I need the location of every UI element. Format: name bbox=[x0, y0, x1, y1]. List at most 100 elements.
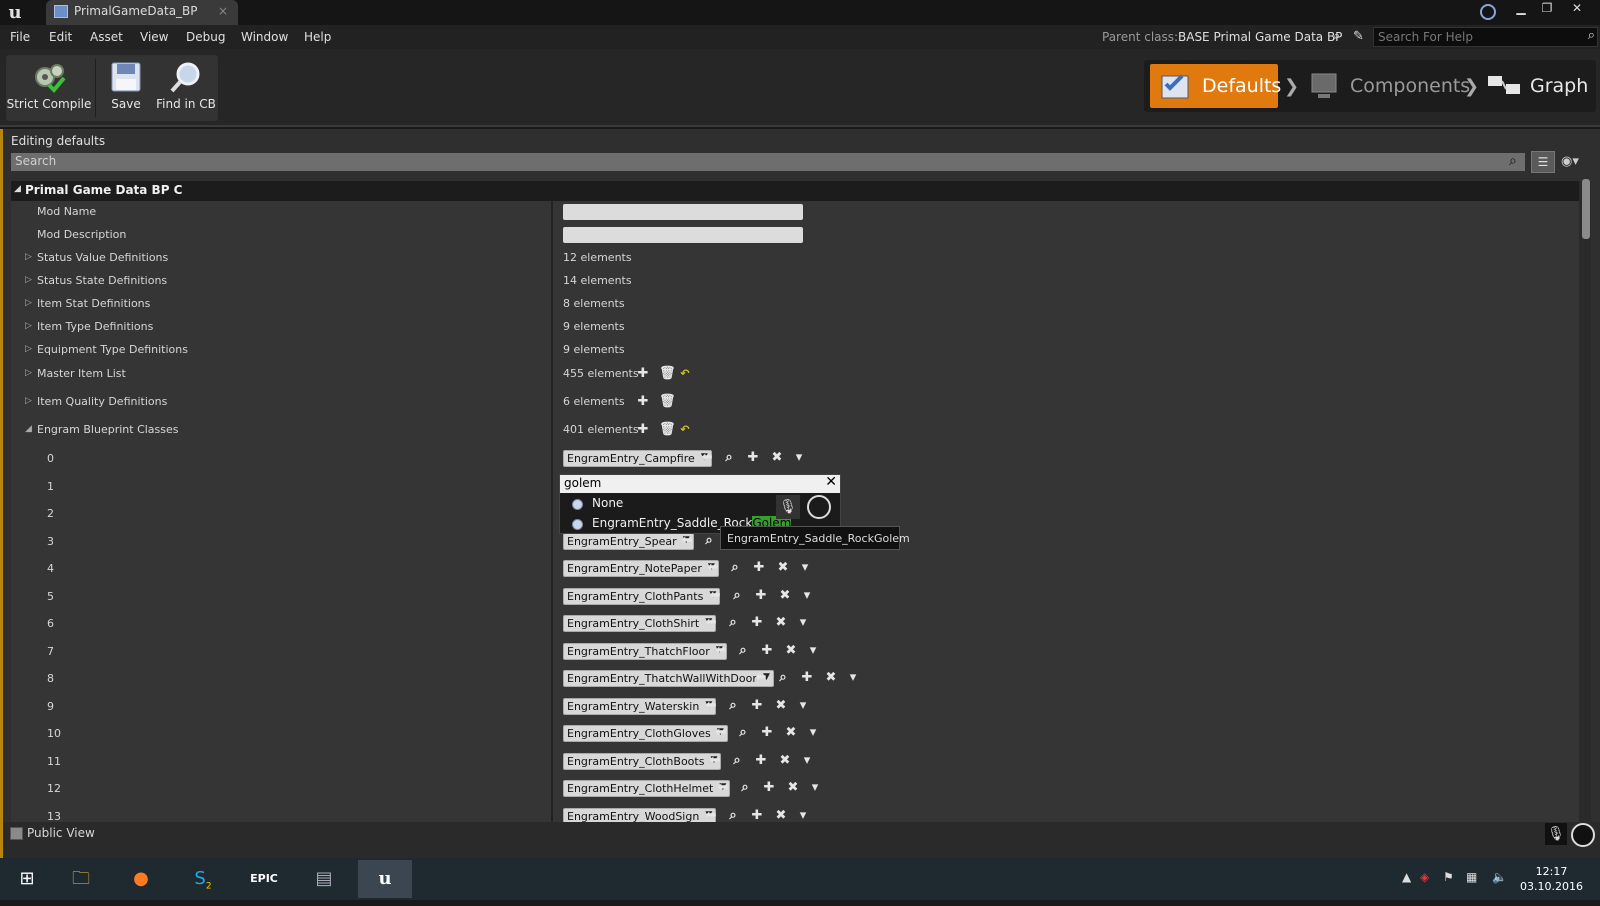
document-tab[interactable]: PrimalGameData_BP × bbox=[46, 0, 238, 25]
asset-combo[interactable]: EngramEntry_ClothHelmet ▼ bbox=[563, 780, 731, 797]
options-chevron-icon[interactable]: ▾ bbox=[805, 643, 821, 659]
options-chevron-icon[interactable]: ▾ bbox=[791, 450, 807, 466]
parent-class-value[interactable]: BASE Primal Game Data BP bbox=[1178, 30, 1342, 44]
add-element-icon[interactable]: ✚ bbox=[635, 422, 651, 438]
menu-edit[interactable]: Edit bbox=[49, 30, 72, 44]
insert-icon[interactable]: ✚ bbox=[745, 450, 761, 466]
tab-close-icon[interactable]: × bbox=[218, 4, 228, 18]
asset-combo[interactable]: EngramEntry_ThatchFloor ▼ bbox=[563, 643, 727, 660]
trash-icon[interactable]: 🗑 bbox=[659, 366, 676, 382]
options-chevron-icon[interactable]: ▾ bbox=[795, 615, 811, 631]
expand-arrow-icon[interactable]: ▷ bbox=[25, 321, 32, 331]
insert-icon[interactable]: ✚ bbox=[749, 698, 765, 714]
options-chevron-icon[interactable]: ▾ bbox=[799, 588, 815, 604]
flag-icon[interactable]: ⚑ bbox=[1443, 870, 1454, 884]
insert-icon[interactable]: ✚ bbox=[749, 615, 765, 631]
use-selected-arrow-icon[interactable]: ⬅ bbox=[713, 643, 729, 659]
resource-monitor-icon[interactable]: ▤ bbox=[297, 860, 351, 898]
property-row-equipment-type[interactable]: ▷ Equipment Type Definitions 9 elements bbox=[11, 339, 1579, 361]
browse-icon[interactable]: ⌕ bbox=[701, 533, 717, 549]
asset-combo[interactable]: EngramEntry_ClothGloves ▼ bbox=[563, 725, 728, 742]
search-icon[interactable]: ⌕ bbox=[1588, 28, 1595, 43]
menu-file[interactable]: File bbox=[10, 30, 30, 44]
asset-combo[interactable]: EngramEntry_ClothShirt ▼ bbox=[563, 615, 717, 632]
browse-icon[interactable]: ⌕ bbox=[729, 753, 745, 769]
close-window-button[interactable]: ✕ bbox=[1564, 0, 1590, 18]
windows-start-icon[interactable]: ⊞ bbox=[0, 860, 54, 898]
expand-arrow-icon[interactable]: ▷ bbox=[25, 344, 32, 354]
mod-name-input[interactable] bbox=[563, 204, 803, 220]
details-search-input[interactable]: Search bbox=[11, 153, 1525, 171]
save-button[interactable]: Save bbox=[98, 55, 154, 121]
delete-icon[interactable]: ✖ bbox=[773, 698, 789, 714]
delete-icon[interactable]: ✖ bbox=[785, 780, 801, 796]
sync-icon[interactable] bbox=[1480, 4, 1496, 20]
insert-icon[interactable]: ✚ bbox=[759, 643, 775, 659]
use-selected-arrow-icon[interactable]: ⬅ bbox=[703, 615, 719, 631]
add-element-icon[interactable]: ✚ bbox=[635, 366, 651, 382]
options-chevron-icon[interactable]: ▾ bbox=[797, 560, 813, 576]
asset-combo[interactable]: EngramEntry_ClothPants ▼ bbox=[563, 588, 721, 605]
eye-icon[interactable]: ◉▾ bbox=[1561, 154, 1579, 169]
delete-icon[interactable]: ✖ bbox=[777, 753, 793, 769]
options-chevron-icon[interactable]: ▾ bbox=[795, 698, 811, 714]
collapse-arrow-icon[interactable]: ◢ bbox=[14, 184, 21, 194]
delete-icon[interactable]: ✖ bbox=[775, 560, 791, 576]
firefox-icon[interactable]: ● bbox=[114, 860, 168, 898]
volume-icon[interactable]: 🔈 bbox=[1492, 870, 1507, 884]
options-chevron-icon[interactable]: ▾ bbox=[807, 780, 823, 796]
use-selected-arrow-icon[interactable]: ⬅ bbox=[703, 698, 719, 714]
asset-combo[interactable]: EngramEntry_NotePaper ▼ bbox=[563, 560, 719, 577]
delete-icon[interactable]: ✖ bbox=[769, 450, 785, 466]
property-row-master-item-list[interactable]: ▷ Master Item List 455 elements ✚ 🗑 ↶ bbox=[11, 363, 1579, 385]
options-chevron-icon[interactable]: ▾ bbox=[845, 670, 861, 686]
scrollbar-track[interactable] bbox=[1579, 181, 1591, 826]
search-icon[interactable]: ⌕ bbox=[1509, 153, 1517, 169]
use-selected-arrow-icon[interactable]: ⬅ bbox=[715, 780, 731, 796]
menu-view[interactable]: View bbox=[140, 30, 168, 44]
options-chevron-icon[interactable]: ▾ bbox=[799, 753, 815, 769]
microphone-icon[interactable]: 🎙 bbox=[776, 495, 800, 519]
browse-icon[interactable]: ⌕ bbox=[727, 560, 743, 576]
use-selected-arrow-icon[interactable]: ⬅ bbox=[705, 560, 721, 576]
minimize-button[interactable]: ▁ bbox=[1508, 0, 1534, 18]
use-selected-arrow-icon[interactable]: ⬅ bbox=[713, 725, 729, 741]
help-search-input[interactable]: Search For Help ⌕ bbox=[1373, 27, 1598, 47]
delete-icon[interactable]: ✖ bbox=[783, 725, 799, 741]
asset-combo[interactable]: EngramEntry_ThatchWallWithDoor ▼ bbox=[563, 670, 774, 687]
property-row-status-value[interactable]: ▷ Status Value Definitions 12 elements bbox=[11, 247, 1579, 269]
trash-icon[interactable]: 🗑 bbox=[659, 422, 676, 438]
use-selected-arrow-icon[interactable]: ⬅ bbox=[679, 533, 695, 549]
use-selected-arrow-icon[interactable]: ⬅ bbox=[707, 753, 723, 769]
refresh-icon[interactable] bbox=[1571, 823, 1595, 847]
delete-icon[interactable]: ✖ bbox=[783, 643, 799, 659]
insert-icon[interactable]: ✚ bbox=[753, 753, 769, 769]
browse-icon[interactable]: ⌕ bbox=[721, 450, 737, 466]
tab-components[interactable]: Components bbox=[1298, 64, 1470, 108]
picker-search-input[interactable]: golem ✕ bbox=[560, 474, 840, 493]
find-in-cb-button[interactable]: Find in CB bbox=[154, 55, 218, 121]
microphone-icon[interactable]: 🎙 bbox=[1545, 823, 1567, 845]
reset-to-default-icon[interactable]: ↶ bbox=[677, 366, 693, 382]
network-icon[interactable]: ▦ bbox=[1466, 870, 1477, 884]
menu-debug[interactable]: Debug bbox=[186, 30, 225, 44]
column-divider[interactable] bbox=[551, 201, 553, 826]
browse-icon[interactable]: ⌕ bbox=[725, 615, 741, 631]
expand-arrow-icon[interactable]: ▷ bbox=[25, 368, 32, 378]
use-selected-arrow-icon[interactable]: ⬅ bbox=[707, 588, 723, 604]
delete-icon[interactable]: ✖ bbox=[773, 615, 789, 631]
use-selected-arrow-icon[interactable]: ⬅ bbox=[699, 450, 715, 466]
asset-combo[interactable]: EngramEntry_ClothBoots ▼ bbox=[563, 753, 722, 770]
browse-icon[interactable]: ⌕ bbox=[737, 780, 753, 796]
antivirus-icon[interactable]: ◈ bbox=[1420, 870, 1429, 884]
browse-icon[interactable]: ⌕ bbox=[729, 588, 745, 604]
insert-icon[interactable]: ✚ bbox=[799, 670, 815, 686]
property-row-item-quality[interactable]: ▷ Item Quality Definitions 6 elements ✚ … bbox=[11, 391, 1579, 413]
property-row-engram-blueprints[interactable]: ◢ Engram Blueprint Classes 401 elements … bbox=[11, 419, 1579, 441]
browse-icon[interactable]: ⌕ bbox=[775, 670, 791, 686]
category-header[interactable]: ◢ Primal Game Data BP C bbox=[11, 181, 1579, 201]
browse-icon[interactable]: ⌕ bbox=[735, 643, 751, 659]
mod-description-input[interactable] bbox=[563, 227, 803, 243]
unreal-editor-taskbar-icon[interactable]: u bbox=[358, 860, 412, 898]
property-row-item-stat[interactable]: ▷ Item Stat Definitions 8 elements bbox=[11, 293, 1579, 315]
